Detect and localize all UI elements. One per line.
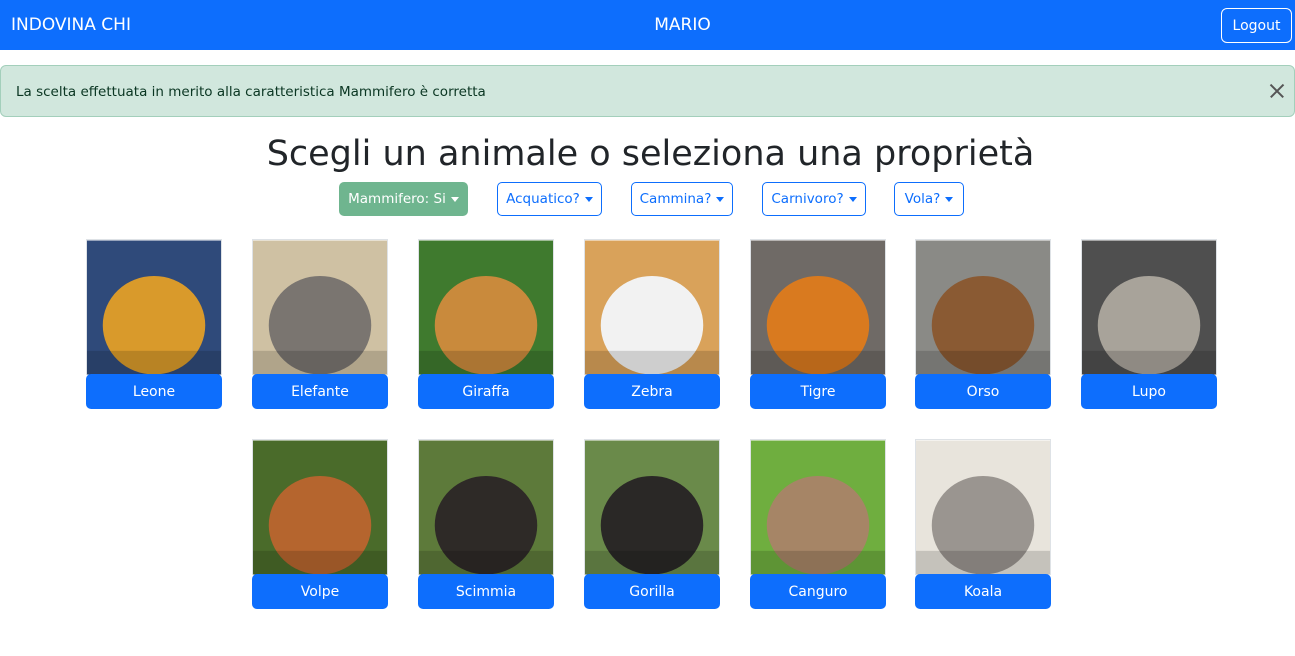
- animal-photo: [751, 440, 885, 575]
- animal-photo: [419, 440, 553, 575]
- animal-card-zebra[interactable]: Zebra: [584, 239, 720, 409]
- navbar: INDOVINA CHI MARIO Logout: [0, 0, 1295, 50]
- animal-button-leone[interactable]: Leone: [86, 374, 222, 409]
- property-dropdown-carnivoro[interactable]: Carnivoro?: [762, 182, 866, 216]
- ground: [585, 550, 719, 575]
- animal-photo: [253, 240, 387, 375]
- close-icon[interactable]: [1266, 80, 1288, 102]
- property-dropdown-mammifero[interactable]: Mammifero: Si: [339, 182, 468, 216]
- animal-photo: [87, 240, 221, 375]
- property-label: Mammifero: Si: [348, 191, 446, 207]
- animal-card-canguro[interactable]: Canguro: [750, 439, 886, 609]
- animal-button-canguro[interactable]: Canguro: [750, 574, 886, 609]
- chimp-photo[interactable]: [418, 439, 554, 575]
- animal-button-gorilla[interactable]: Gorilla: [584, 574, 720, 609]
- animal-photo: [916, 240, 1050, 375]
- animal-photo: [585, 240, 719, 375]
- animal-card-orso[interactable]: Orso: [915, 239, 1051, 409]
- fox-photo[interactable]: [252, 439, 388, 575]
- tiger-photo[interactable]: [750, 239, 886, 375]
- page-title: Scegli un animale o seleziona una propri…: [266, 134, 1035, 174]
- ground: [253, 550, 387, 575]
- animal-button-volpe[interactable]: Volpe: [252, 574, 388, 609]
- lion-photo[interactable]: [86, 239, 222, 375]
- caret-down-icon: [716, 196, 725, 202]
- ground: [916, 350, 1050, 375]
- animal-card-gorilla[interactable]: Gorilla: [584, 439, 720, 609]
- koala-photo[interactable]: [915, 439, 1051, 575]
- animal-button-koala[interactable]: Koala: [915, 574, 1051, 609]
- animal-photo: [253, 440, 387, 575]
- animal-button-lupo[interactable]: Lupo: [1081, 374, 1217, 409]
- animal-button-zebra[interactable]: Zebra: [584, 374, 720, 409]
- player-name: MARIO: [654, 15, 711, 35]
- zebra-photo[interactable]: [584, 239, 720, 375]
- animal-button-giraffa[interactable]: Giraffa: [418, 374, 554, 409]
- ground: [419, 350, 553, 375]
- ground: [916, 550, 1050, 575]
- animal-photo: [585, 440, 719, 575]
- elephant-photo[interactable]: [252, 239, 388, 375]
- caret-down-icon: [848, 196, 857, 202]
- property-dropdown-vola[interactable]: Vola?: [894, 182, 964, 216]
- property-label: Carnivoro?: [771, 191, 844, 207]
- animal-button-elefante[interactable]: Elefante: [252, 374, 388, 409]
- property-dropdown-acquatico[interactable]: Acquatico?: [497, 182, 602, 216]
- caret-down-icon: [945, 196, 954, 202]
- property-dropdown-cammina[interactable]: Cammina?: [631, 182, 733, 216]
- animal-card-tigre[interactable]: Tigre: [750, 239, 886, 409]
- ground: [253, 350, 387, 375]
- giraffe-photo[interactable]: [418, 239, 554, 375]
- brand-title[interactable]: INDOVINA CHI: [11, 14, 131, 36]
- animal-photo: [419, 240, 553, 375]
- animal-button-orso[interactable]: Orso: [915, 374, 1051, 409]
- ground: [751, 550, 885, 575]
- animal-photo: [751, 240, 885, 375]
- ground: [419, 550, 553, 575]
- animal-card-elefante[interactable]: Elefante: [252, 239, 388, 409]
- animal-photo: [1082, 240, 1216, 375]
- animal-button-tigre[interactable]: Tigre: [750, 374, 886, 409]
- animal-card-leone[interactable]: Leone: [86, 239, 222, 409]
- bear-photo[interactable]: [915, 239, 1051, 375]
- animal-photo: [916, 440, 1050, 575]
- animal-card-koala[interactable]: Koala: [915, 439, 1051, 609]
- property-label: Vola?: [904, 191, 941, 207]
- property-label: Acquatico?: [506, 191, 580, 207]
- animal-card-lupo[interactable]: Lupo: [1081, 239, 1217, 409]
- kangaroo-photo[interactable]: [750, 439, 886, 575]
- gorilla-photo[interactable]: [584, 439, 720, 575]
- ground: [585, 350, 719, 375]
- alert-message: La scelta effettuata in merito alla cara…: [16, 84, 486, 100]
- ground: [87, 350, 221, 375]
- animal-card-giraffa[interactable]: Giraffa: [418, 239, 554, 409]
- ground: [1082, 350, 1216, 375]
- caret-down-icon: [450, 196, 459, 202]
- ground: [751, 350, 885, 375]
- success-alert: La scelta effettuata in merito alla cara…: [0, 65, 1295, 117]
- caret-down-icon: [584, 196, 593, 202]
- logout-button[interactable]: Logout: [1221, 8, 1292, 43]
- wolf-photo[interactable]: [1081, 239, 1217, 375]
- animal-card-volpe[interactable]: Volpe: [252, 439, 388, 609]
- animal-card-scimmia[interactable]: Scimmia: [418, 439, 554, 609]
- property-label: Cammina?: [639, 191, 712, 207]
- animal-button-scimmia[interactable]: Scimmia: [418, 574, 554, 609]
